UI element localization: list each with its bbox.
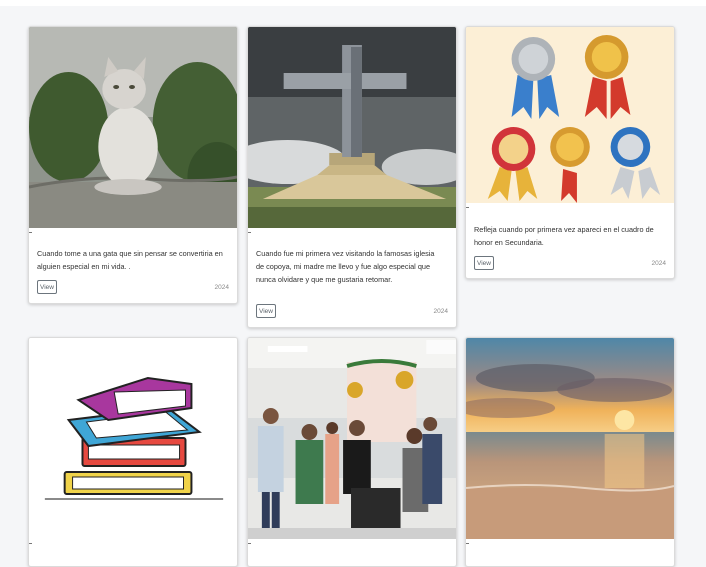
card-description: Cuando tome a una gata que sin pensar se… — [37, 249, 223, 271]
album-card — [247, 337, 457, 567]
view-button[interactable]: View — [37, 280, 57, 294]
card-year: 2024 — [433, 308, 448, 315]
album-card: Refleja cuando por primera vez apareci e… — [465, 26, 675, 279]
divider — [29, 543, 32, 544]
card-image-cat[interactable] — [29, 27, 237, 228]
card-description: Refleja cuando por primera vez apareci e… — [474, 225, 654, 247]
card-description: Cuando fue mi primera vez visitando la f… — [256, 249, 435, 284]
card-year: 2024 — [651, 260, 666, 267]
view-button[interactable]: View — [256, 304, 276, 318]
divider — [466, 207, 469, 208]
card-image-sunset[interactable] — [466, 338, 674, 539]
album-card — [465, 337, 675, 567]
divider — [248, 543, 251, 544]
top-bar — [0, 0, 706, 6]
card-image-ribbons[interactable] — [466, 27, 674, 203]
divider — [29, 232, 32, 233]
album-card: Cuando fue mi primera vez visitando la f… — [247, 26, 457, 328]
album-card — [28, 337, 238, 567]
card-image-celebration[interactable] — [248, 338, 456, 539]
card-year: 2024 — [214, 284, 229, 291]
divider — [466, 543, 469, 544]
album-card: Cuando tome a una gata que sin pensar se… — [28, 26, 238, 304]
card-image-books[interactable] — [29, 338, 237, 539]
divider — [248, 232, 251, 233]
card-image-cross[interactable] — [248, 27, 456, 228]
view-button[interactable]: View — [474, 256, 494, 270]
